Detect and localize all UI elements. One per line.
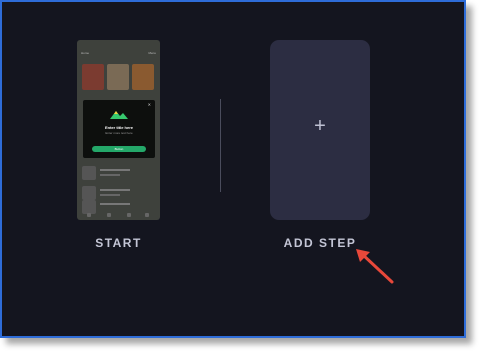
close-icon: ✕ (147, 102, 151, 107)
start-label: START (95, 236, 142, 250)
thumbnail-bottom-nav (77, 210, 160, 220)
flow-editor-canvas: Home Menu ✕ Enter title here Enter more … (0, 0, 466, 338)
popup-button: Button (92, 146, 146, 152)
thumbnail-list-item (82, 166, 155, 180)
annotation-arrow-icon (356, 249, 394, 284)
thumbnail-list-item (82, 186, 155, 200)
add-step-button[interactable]: + (270, 40, 370, 220)
start-step-thumbnail[interactable]: Home Menu ✕ Enter title here Enter more … (77, 40, 160, 220)
thumbnail-image-tile (107, 64, 129, 90)
popup-subtitle: Enter more text here (105, 131, 133, 135)
thumbnail-header-right: Menu (148, 51, 156, 55)
thumbnail-header-left: Home (81, 51, 90, 55)
thumbnail-image-tile (132, 64, 154, 90)
mountain-icon (110, 111, 128, 119)
plus-icon: + (314, 115, 326, 137)
thumbnail-popup: ✕ Enter title here Enter more text here … (83, 100, 155, 158)
popup-title: Enter title here (104, 125, 133, 130)
step-divider (220, 99, 221, 192)
thumbnail-image-tile (82, 64, 104, 90)
